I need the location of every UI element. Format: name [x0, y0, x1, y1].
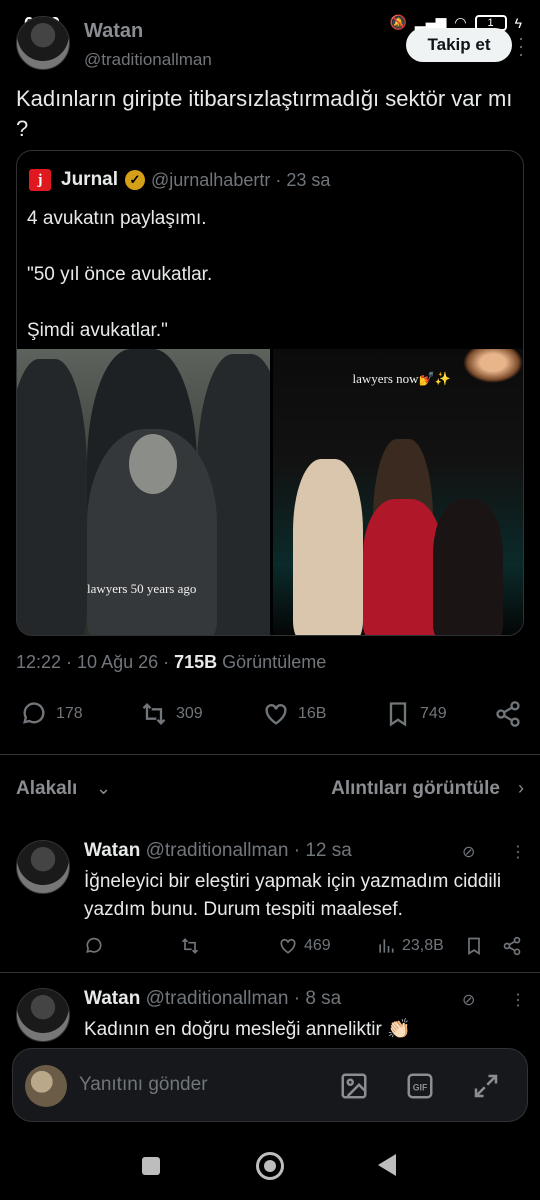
chevron-down-icon[interactable]: ⌄	[96, 778, 111, 799]
reply-text: Kadının en doğru mesleği anneliktir 👏🏻	[84, 1019, 411, 1040]
reply-avatar[interactable]	[16, 840, 70, 894]
reply-view-count: 23,8B	[402, 937, 444, 954]
quote-handle-time: @jurnalhabertr · 23 sa	[151, 170, 331, 190]
more-options-icon[interactable]: ⋮	[510, 990, 526, 1010]
tweet-text: Kadınların giripte itibarsızlaştırmadığı…	[16, 86, 513, 141]
reply-actions: 469 23,8B	[84, 936, 524, 960]
bookmark-icon[interactable]	[464, 936, 484, 956]
reply-item[interactable]: Watan @traditionallman · 12 sa ⊘ ⋮ İğnel…	[16, 840, 526, 960]
reply-header: Watan @traditionallman · 12 sa	[84, 840, 352, 862]
reply-author-name: Watan	[84, 840, 141, 861]
views-label: Görüntüleme	[217, 652, 327, 672]
author-handle[interactable]: @traditionallman	[84, 50, 212, 70]
verified-badge-icon: ✓	[125, 170, 145, 190]
chevron-right-icon[interactable]: ›	[518, 778, 524, 799]
bookmark-count: 749	[420, 705, 447, 722]
grok-icon[interactable]: ⊘	[462, 842, 475, 862]
quote-images: lawyers 50 years ago lawyers now💅✨	[17, 349, 523, 635]
tweet-header: Watan @traditionallman Takip et · · ·	[16, 14, 524, 74]
retweet-icon	[142, 703, 166, 725]
back-button[interactable]	[378, 1154, 396, 1176]
system-nav-bar	[0, 1128, 540, 1200]
grok-icon[interactable]: ⊘	[462, 990, 475, 1010]
divider	[0, 972, 540, 973]
heart-icon	[265, 704, 287, 725]
reply-icon[interactable]	[84, 936, 104, 956]
like-action[interactable]: 16B	[262, 700, 326, 728]
reply-composer[interactable]: Yanıtını gönder GIF	[12, 1048, 528, 1122]
quote-body: 4 avukatın paylaşımı. "50 yıl önce avuka…	[27, 208, 213, 341]
reply-header: Watan @traditionallman · 8 sa	[84, 988, 341, 1010]
divider	[0, 754, 540, 755]
author-name[interactable]: Watan	[84, 20, 143, 43]
tweet-timestamp: 12:22 · 10 Ağu 26 ·	[16, 652, 175, 672]
reply-author-name: Watan	[84, 988, 141, 1009]
view-quotes-link[interactable]: Alıntıları görüntüle	[331, 778, 500, 800]
reply-input[interactable]: Yanıtını gönder	[79, 1074, 208, 1096]
reply-icon	[23, 702, 45, 724]
tweet-actions: 178 309 16B 749	[20, 700, 524, 736]
expand-icon[interactable]	[471, 1071, 501, 1101]
quote-author-name: Jurnal	[61, 169, 119, 190]
gif-icon[interactable]: GIF	[405, 1071, 435, 1101]
like-count: 16B	[298, 705, 327, 722]
new-lawyers-photo[interactable]: lawyers now💅✨	[272, 349, 523, 635]
author-avatar[interactable]	[16, 16, 70, 70]
bookmark-icon	[389, 702, 407, 727]
retweet-count: 309	[176, 705, 203, 722]
old-lawyers-photo[interactable]: lawyers 50 years ago	[17, 349, 270, 635]
reply-item[interactable]: Watan @traditionallman · 8 sa ⊘ ⋮ Kadını…	[16, 988, 526, 1048]
share-action[interactable]	[494, 700, 522, 728]
sort-row: Alakalı ⌄ Alıntıları görüntüle ›	[16, 776, 524, 806]
image-icon[interactable]	[339, 1071, 369, 1101]
more-options-icon[interactable]: · · ·	[518, 29, 524, 63]
views-count: 715B	[174, 652, 218, 672]
reply-handle-time: @traditionallman · 8 sa	[145, 988, 342, 1009]
home-button[interactable]	[256, 1152, 284, 1180]
new-photo-caption: lawyers now💅✨	[352, 371, 451, 386]
views-action[interactable]: 23,8B	[376, 936, 444, 956]
follow-button[interactable]: Takip et	[406, 28, 512, 62]
heart-icon	[280, 938, 296, 954]
retweet-action[interactable]: 309	[140, 700, 203, 728]
more-options-icon[interactable]: ⋮	[510, 842, 526, 862]
retweet-icon[interactable]	[180, 936, 200, 956]
reply-text: İğneleyici bir eleştiri yapmak için yazm…	[84, 871, 502, 920]
quoted-tweet[interactable]: j Jurnal ✓ @jurnalhabertr · 23 sa 4 avuk…	[16, 150, 524, 636]
bookmark-action[interactable]: 749	[384, 700, 447, 728]
user-avatar	[25, 1065, 67, 1107]
reply-count: 178	[56, 705, 83, 722]
jurnal-logo: j	[29, 169, 51, 191]
reply-action[interactable]: 178	[20, 700, 83, 728]
reply-handle-time: @traditionallman · 12 sa	[145, 840, 352, 861]
sort-dropdown[interactable]: Alakalı	[16, 778, 77, 800]
share-icon	[496, 701, 520, 727]
recents-button[interactable]	[142, 1157, 160, 1175]
old-photo-caption: lawyers 50 years ago	[87, 581, 197, 596]
gif-label: GIF	[413, 1082, 428, 1092]
reply-avatar[interactable]	[16, 988, 70, 1042]
tweet-meta: 12:22 · 10 Ağu 26 · 715B Görüntüleme	[16, 652, 326, 673]
like-action[interactable]: 469	[278, 936, 331, 956]
share-icon[interactable]	[502, 936, 522, 956]
views-icon	[379, 939, 394, 953]
reply-like-count: 469	[304, 937, 331, 954]
